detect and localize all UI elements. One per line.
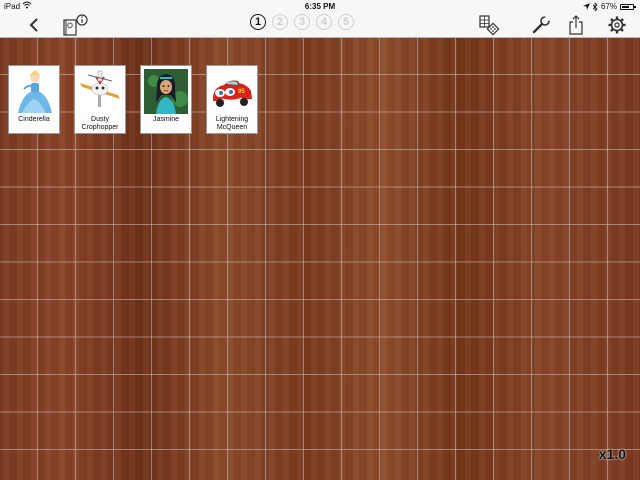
toolbar: 12345 [0, 12, 640, 38]
back-button[interactable] [24, 14, 44, 36]
page-5-button[interactable]: 5 [338, 14, 354, 30]
gear-icon [608, 16, 626, 34]
card-label: Lightening McQueen [215, 116, 249, 131]
card-dusty-crophopper[interactable]: Dusty Crophopper [74, 65, 126, 134]
page-selector: 12345 [250, 14, 354, 30]
cinderella-picture [12, 69, 56, 114]
card-lightening-mcqueen[interactable]: 95 Lightening McQueen [206, 65, 258, 134]
svg-text:95: 95 [238, 89, 245, 95]
card-label: Dusty Crophopper [81, 116, 119, 131]
wrench-icon [532, 16, 550, 34]
status-right: 67% [582, 2, 636, 11]
share-icon [569, 15, 583, 35]
tools-button[interactable] [530, 14, 552, 36]
grid-dice-icon [479, 15, 500, 36]
card-jasmine[interactable]: Jasmine [140, 65, 192, 134]
mcqueen-car-picture: 95 [210, 69, 254, 114]
card-cinderella[interactable]: Cinderella [8, 65, 60, 134]
page-4-button[interactable]: 4 [316, 14, 332, 30]
page-2-button[interactable]: 2 [272, 14, 288, 30]
grid-button[interactable] [476, 14, 502, 36]
settings-button[interactable] [606, 14, 628, 36]
clock: 6:35 PM [304, 2, 336, 11]
status-bar: iPad 6:35 PM 67% [0, 0, 640, 12]
card-label: Jasmine [152, 116, 180, 123]
chevron-left-icon [29, 18, 38, 32]
share-button[interactable] [566, 14, 586, 36]
location-icon [582, 3, 590, 10]
zoom-level: x1.0 [598, 446, 626, 462]
battery-fill [622, 5, 629, 8]
book-info-icon [63, 14, 88, 36]
board[interactable]: Cinderella Dusty Crophopper Jasmine 95 L… [0, 38, 640, 480]
card-label: Cinderella [18, 116, 50, 123]
page-3-button[interactable]: 3 [294, 14, 310, 30]
jasmine-picture [144, 69, 188, 114]
battery-icon [620, 3, 636, 10]
info-book-button[interactable] [60, 14, 90, 36]
battery-percent: 67% [600, 2, 617, 11]
bluetooth-icon [592, 2, 598, 11]
dusty-plane-picture [78, 69, 122, 114]
page-1-button[interactable]: 1 [250, 14, 266, 30]
